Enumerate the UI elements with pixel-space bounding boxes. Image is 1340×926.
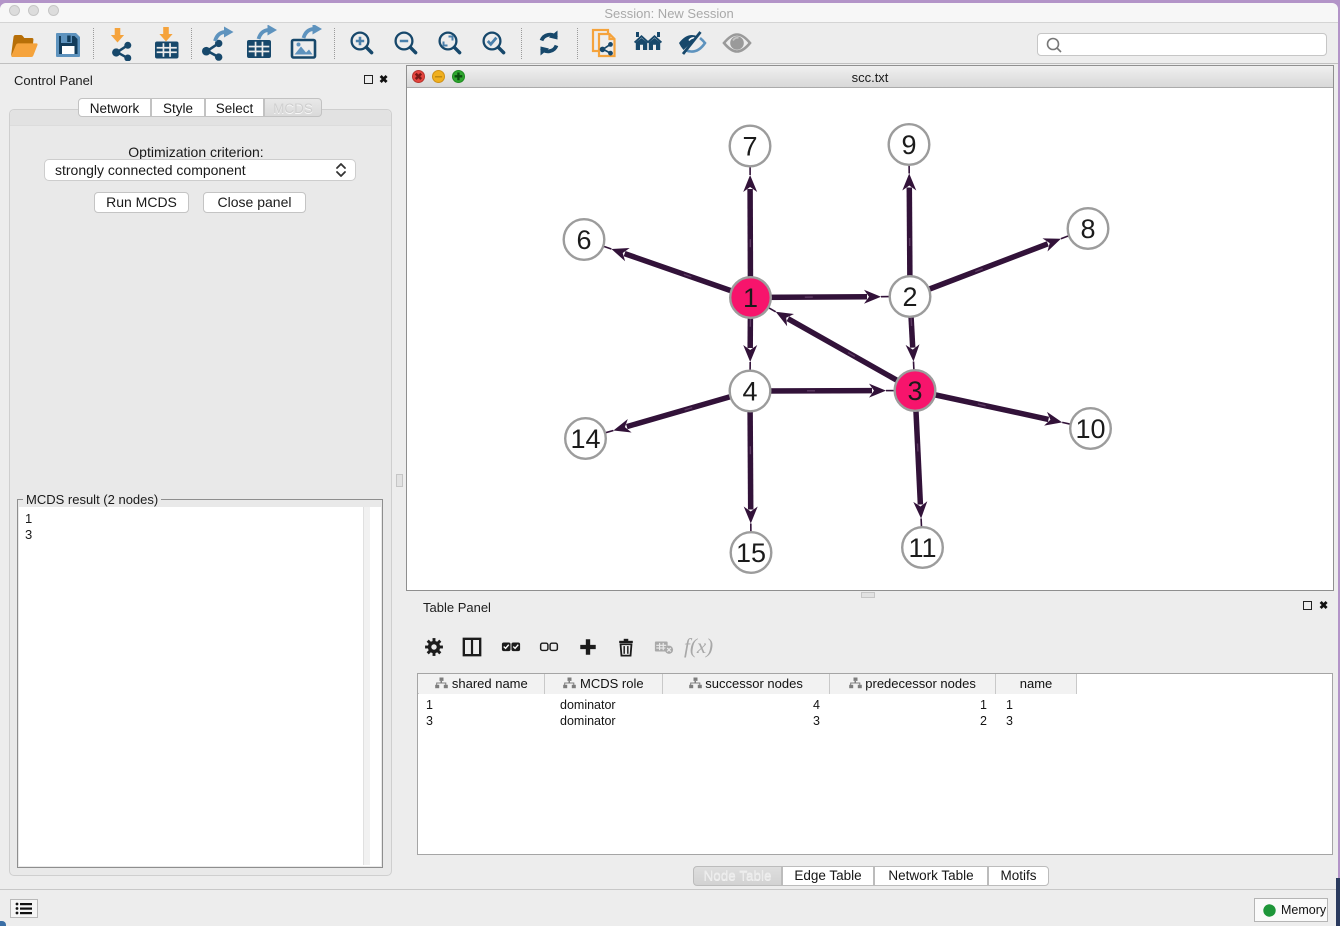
svg-text:15: 15 [736, 538, 766, 568]
svg-text:9: 9 [901, 130, 916, 160]
svg-text:2: 2 [902, 282, 917, 312]
svg-text:10: 10 [1075, 414, 1105, 444]
svg-text:3: 3 [907, 376, 922, 406]
svg-text:8: 8 [1080, 214, 1095, 244]
svg-text:6: 6 [576, 225, 591, 255]
svg-text:14: 14 [570, 424, 600, 454]
svg-text:7: 7 [742, 132, 757, 162]
svg-text:11: 11 [908, 533, 936, 563]
svg-text:4: 4 [742, 377, 757, 407]
svg-text:1: 1 [743, 283, 758, 313]
